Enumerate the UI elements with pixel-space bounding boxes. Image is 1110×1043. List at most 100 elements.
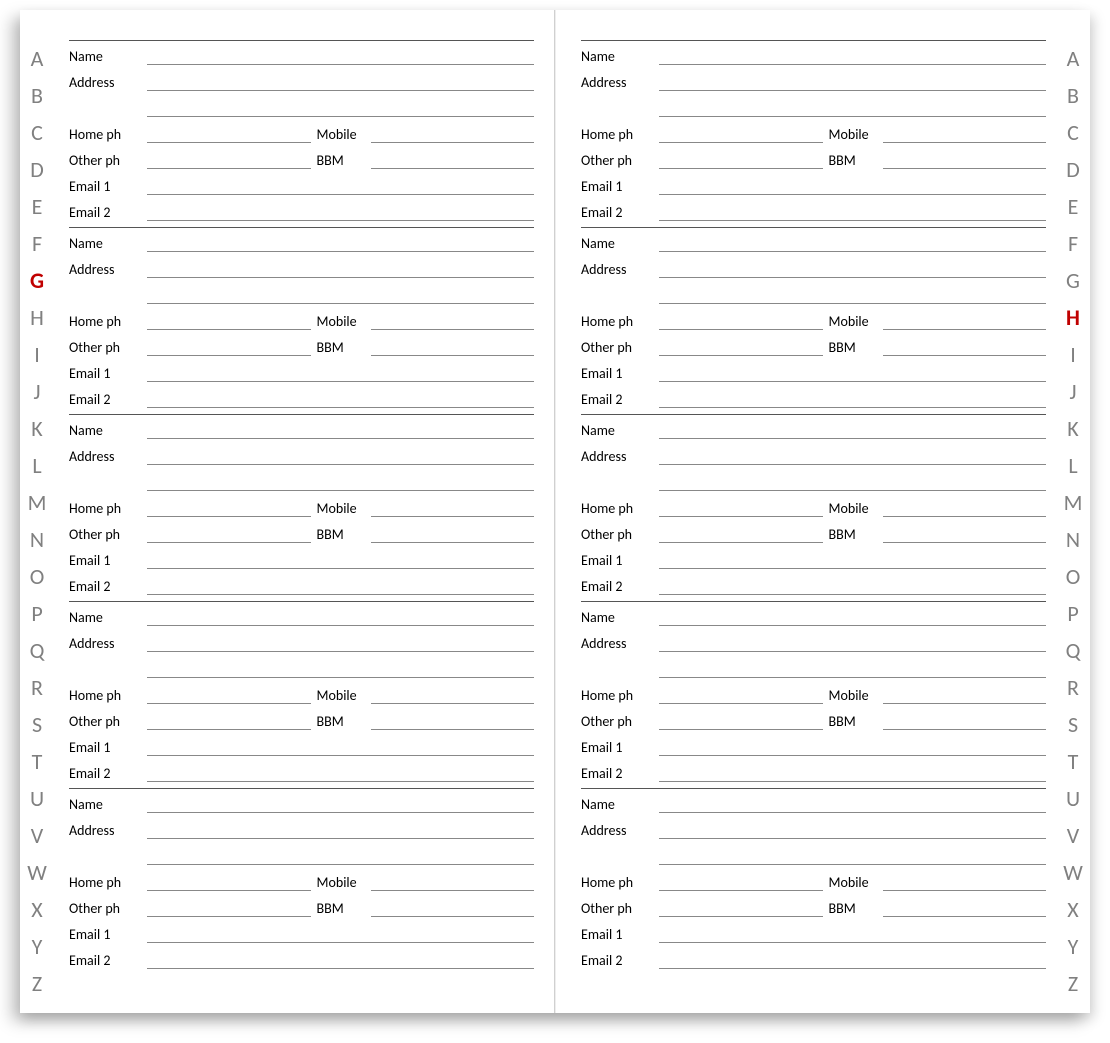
field-name[interactable]: [147, 607, 534, 626]
field-bbm[interactable]: [371, 337, 535, 356]
index-letter-i[interactable]: I: [1056, 336, 1090, 373]
field-email2[interactable]: [659, 950, 1046, 969]
index-letter-f[interactable]: F: [20, 225, 54, 262]
index-letter-d[interactable]: D: [20, 151, 54, 188]
field-email1[interactable]: [659, 737, 1046, 756]
index-letter-e[interactable]: E: [20, 188, 54, 225]
field-mobile[interactable]: [371, 311, 535, 330]
index-letter-t[interactable]: T: [20, 744, 54, 781]
field-mobile[interactable]: [883, 311, 1047, 330]
field-other-ph[interactable]: [659, 711, 823, 730]
field-address-2[interactable]: [659, 846, 1046, 865]
field-email2[interactable]: [147, 202, 534, 221]
field-bbm[interactable]: [883, 150, 1047, 169]
field-bbm[interactable]: [371, 711, 535, 730]
field-email1[interactable]: [659, 924, 1046, 943]
index-letter-z[interactable]: Z: [20, 966, 54, 1003]
index-letter-z[interactable]: Z: [1056, 966, 1090, 1003]
index-letter-x[interactable]: X: [20, 892, 54, 929]
index-letter-y[interactable]: Y: [20, 929, 54, 966]
index-letter-r[interactable]: R: [1056, 670, 1090, 707]
field-address-1[interactable]: [147, 446, 534, 465]
index-letter-v[interactable]: V: [20, 818, 54, 855]
index-letter-u[interactable]: U: [1056, 781, 1090, 818]
field-address-2[interactable]: [147, 285, 534, 304]
field-other-ph[interactable]: [147, 150, 311, 169]
field-email2[interactable]: [147, 576, 534, 595]
field-name[interactable]: [147, 420, 534, 439]
index-letter-b[interactable]: B: [20, 77, 54, 114]
field-name[interactable]: [659, 420, 1046, 439]
field-home-ph[interactable]: [147, 872, 311, 891]
index-letter-a[interactable]: A: [20, 40, 54, 77]
field-address-2[interactable]: [659, 659, 1046, 678]
index-letter-q[interactable]: Q: [20, 633, 54, 670]
field-home-ph[interactable]: [659, 498, 823, 517]
field-other-ph[interactable]: [147, 524, 311, 543]
field-email2[interactable]: [147, 389, 534, 408]
field-other-ph[interactable]: [659, 150, 823, 169]
index-letter-n[interactable]: N: [20, 521, 54, 558]
field-address-1[interactable]: [147, 820, 534, 839]
field-name[interactable]: [147, 46, 534, 65]
index-letter-s[interactable]: S: [20, 707, 54, 744]
index-letter-o[interactable]: O: [1056, 558, 1090, 595]
field-other-ph[interactable]: [659, 337, 823, 356]
index-letter-x[interactable]: X: [1056, 892, 1090, 929]
field-address-1[interactable]: [147, 72, 534, 91]
field-mobile[interactable]: [371, 498, 535, 517]
field-other-ph[interactable]: [659, 524, 823, 543]
index-letter-e[interactable]: E: [1056, 188, 1090, 225]
index-letter-d[interactable]: D: [1056, 151, 1090, 188]
field-mobile[interactable]: [883, 124, 1047, 143]
index-letter-w[interactable]: W: [20, 855, 54, 892]
field-home-ph[interactable]: [147, 311, 311, 330]
field-name[interactable]: [659, 794, 1046, 813]
field-address-2[interactable]: [147, 98, 534, 117]
index-letter-l[interactable]: L: [1056, 447, 1090, 484]
field-email2[interactable]: [659, 389, 1046, 408]
field-home-ph[interactable]: [659, 685, 823, 704]
field-mobile[interactable]: [371, 124, 535, 143]
field-other-ph[interactable]: [659, 898, 823, 917]
index-letter-k[interactable]: K: [20, 410, 54, 447]
field-home-ph[interactable]: [147, 498, 311, 517]
index-letter-l[interactable]: L: [20, 447, 54, 484]
index-letter-n[interactable]: N: [1056, 521, 1090, 558]
field-address-2[interactable]: [659, 472, 1046, 491]
field-address-2[interactable]: [659, 285, 1046, 304]
field-email2[interactable]: [147, 763, 534, 782]
field-address-1[interactable]: [147, 633, 534, 652]
field-address-1[interactable]: [659, 633, 1046, 652]
index-letter-k[interactable]: K: [1056, 410, 1090, 447]
field-home-ph[interactable]: [659, 124, 823, 143]
index-letter-j[interactable]: J: [1056, 373, 1090, 410]
field-bbm[interactable]: [883, 711, 1047, 730]
field-address-2[interactable]: [147, 659, 534, 678]
field-email1[interactable]: [659, 550, 1046, 569]
field-bbm[interactable]: [883, 337, 1047, 356]
field-email2[interactable]: [147, 950, 534, 969]
index-letter-m[interactable]: M: [20, 484, 54, 521]
field-name[interactable]: [659, 233, 1046, 252]
field-home-ph[interactable]: [147, 124, 311, 143]
index-letter-q[interactable]: Q: [1056, 633, 1090, 670]
index-letter-b[interactable]: B: [1056, 77, 1090, 114]
index-letter-y[interactable]: Y: [1056, 929, 1090, 966]
field-mobile[interactable]: [371, 872, 535, 891]
index-letter-o[interactable]: O: [20, 558, 54, 595]
field-bbm[interactable]: [371, 898, 535, 917]
field-address-2[interactable]: [147, 846, 534, 865]
field-home-ph[interactable]: [147, 685, 311, 704]
field-email2[interactable]: [659, 202, 1046, 221]
field-name[interactable]: [147, 233, 534, 252]
index-letter-f[interactable]: F: [1056, 225, 1090, 262]
field-mobile[interactable]: [883, 685, 1047, 704]
field-email2[interactable]: [659, 576, 1046, 595]
field-other-ph[interactable]: [147, 711, 311, 730]
index-letter-p[interactable]: P: [1056, 595, 1090, 632]
field-bbm[interactable]: [883, 524, 1047, 543]
field-bbm[interactable]: [371, 524, 535, 543]
field-address-1[interactable]: [659, 259, 1046, 278]
index-letter-v[interactable]: V: [1056, 818, 1090, 855]
